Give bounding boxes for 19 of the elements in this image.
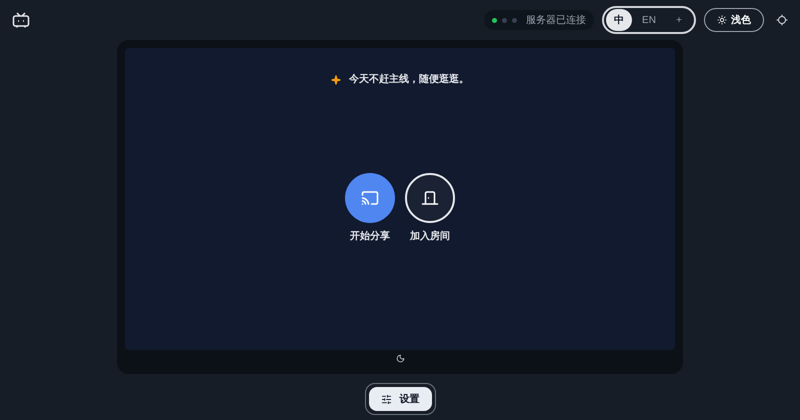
theme-button[interactable]: 浅色 [704, 8, 764, 32]
action-label: 加入房间 [410, 229, 450, 244]
sliders-icon [380, 394, 392, 404]
language-option[interactable]: + [666, 9, 692, 31]
tagline: 今天不赶主线，随便逛逛。 [349, 72, 469, 87]
settings-button[interactable]: 设置 [368, 387, 432, 411]
tv-logo-icon [12, 12, 30, 28]
moon-icon[interactable] [396, 354, 404, 362]
sun-icon [717, 15, 727, 25]
door-icon [421, 189, 439, 207]
status-label: 服务器已连接 [526, 14, 586, 28]
language-option[interactable]: EN [636, 9, 662, 31]
cast-icon [361, 189, 379, 207]
start-share-button[interactable] [345, 173, 395, 223]
join-room-button[interactable] [405, 173, 455, 223]
action-label: 开始分享 [350, 229, 390, 244]
language-option[interactable]: 中 [606, 9, 632, 31]
crosshair-icon[interactable] [776, 14, 788, 26]
sparkle-icon [331, 74, 341, 84]
